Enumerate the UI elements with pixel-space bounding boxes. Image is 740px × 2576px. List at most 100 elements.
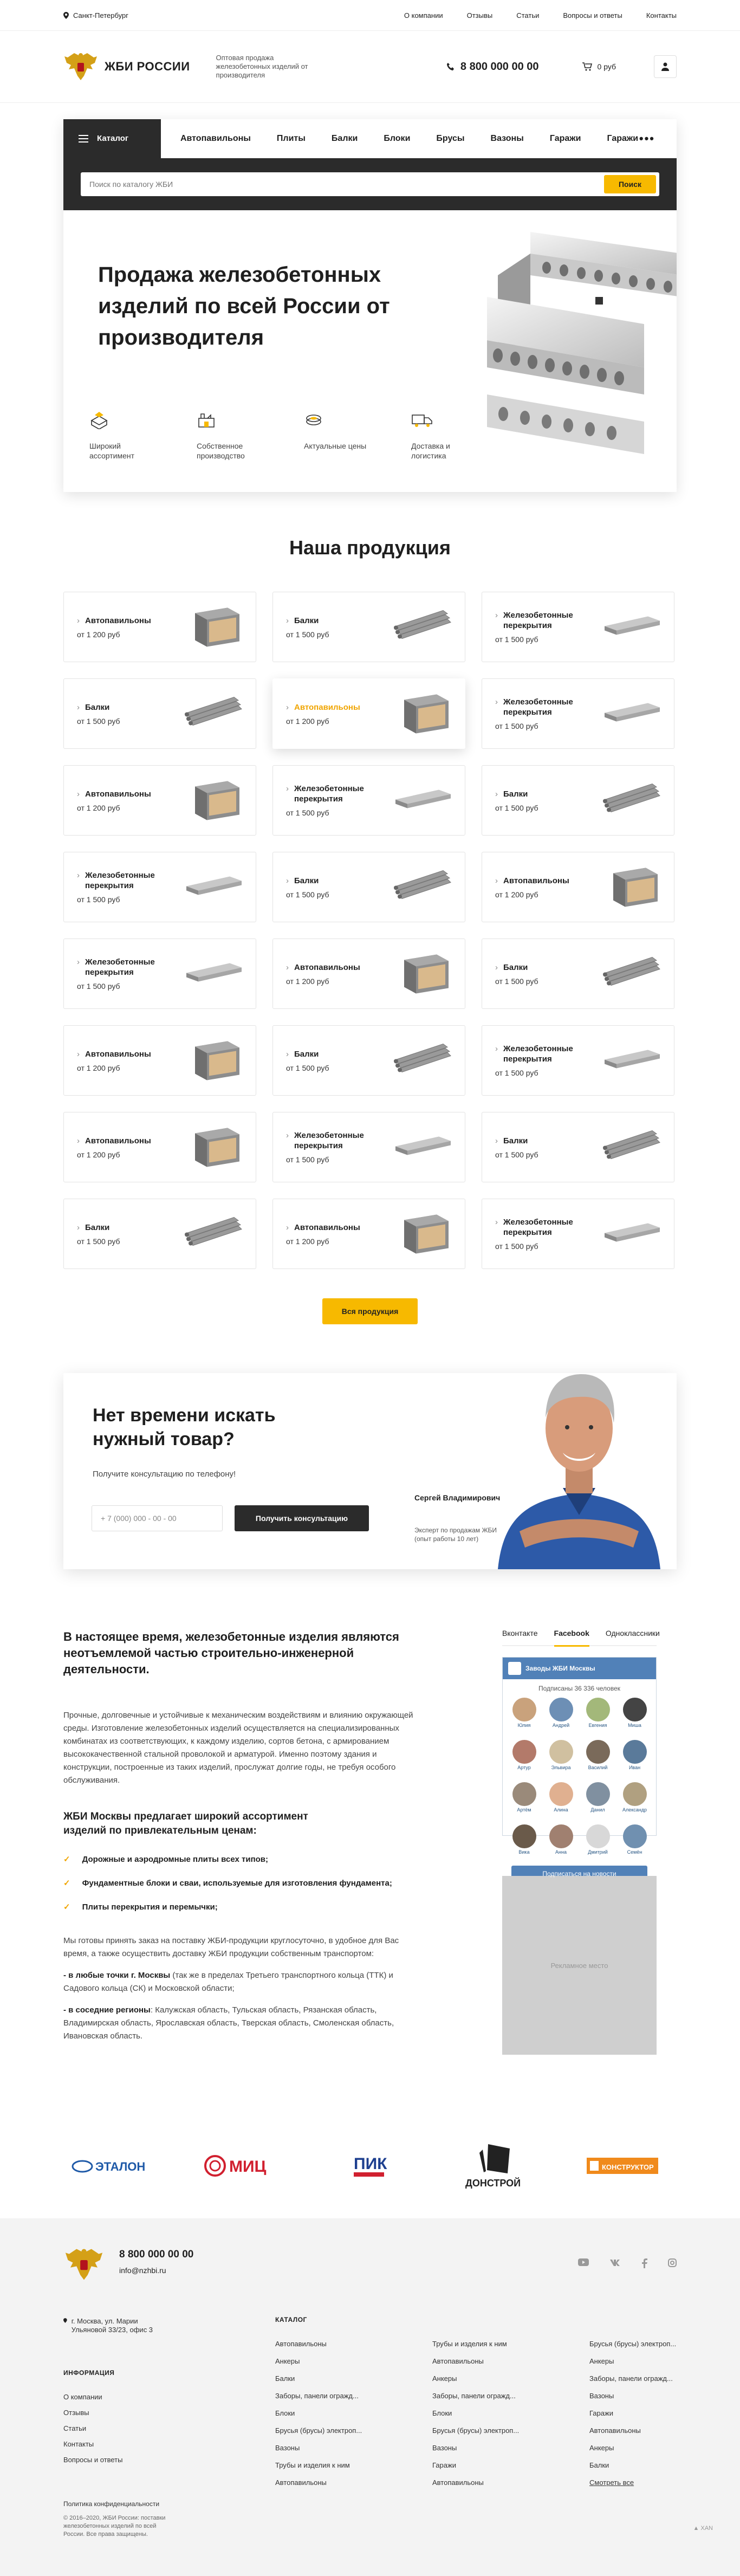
footer-catalog-link[interactable]: Балки (589, 2461, 681, 2469)
vk-member[interactable]: Артём (511, 1782, 538, 1813)
footer-link[interactable]: Статьи (63, 2424, 86, 2432)
product-card[interactable]: › Балки от 1 500 руб (482, 939, 674, 1009)
product-card[interactable]: › Балки от 1 500 руб (272, 1025, 465, 1096)
partner-logo-konstruktor[interactable]: КОНСТРУКТОР (568, 2139, 677, 2193)
product-card[interactable]: › Автопавильоны от 1 200 руб (272, 1199, 465, 1269)
city-selector[interactable]: Санкт-Петербург (63, 11, 128, 20)
product-card[interactable]: › Железобетонные перекрытия от 1 500 руб (482, 592, 674, 662)
vk-member[interactable]: Александр (621, 1782, 648, 1813)
search-input[interactable] (89, 180, 604, 189)
footer-catalog-link[interactable]: Гаражи (432, 2461, 589, 2469)
product-card[interactable]: › Автопавильоны от 1 200 руб (63, 765, 256, 836)
vk-member[interactable]: Андрей (548, 1698, 575, 1728)
header-phone[interactable]: 8 800 000 00 00 (446, 61, 539, 73)
vk-member[interactable]: Василий (585, 1740, 612, 1770)
product-card[interactable]: › Железобетонные перекрытия от 1 500 руб (482, 678, 674, 749)
product-card[interactable]: › Балки от 1 500 руб (63, 1199, 256, 1269)
product-card[interactable]: › Балки от 1 500 руб (272, 852, 465, 922)
footer-catalog-link[interactable]: Анкеры (432, 2374, 589, 2383)
footer-catalog-link[interactable]: Автопавильоны (275, 2478, 432, 2487)
menu-item-bars[interactable]: Брусы (436, 134, 464, 144)
footer-catalog-link[interactable]: Заборы, панели огражд... (589, 2374, 681, 2383)
menu-item-plates[interactable]: Плиты (277, 134, 306, 144)
product-card[interactable]: › Балки от 1 500 руб (272, 592, 465, 662)
tab-ok[interactable]: Одноклассники (606, 1629, 660, 1637)
product-card[interactable]: › Автопавильоны от 1 200 руб (272, 939, 465, 1009)
vk-member[interactable]: Евгения (585, 1698, 612, 1728)
vk-member[interactable]: Эльвира (548, 1740, 575, 1770)
vk-member[interactable]: Юлия (511, 1698, 538, 1728)
footer-catalog-link[interactable]: Брусья (брусы) электроп... (275, 2426, 432, 2435)
developer-logo[interactable]: ▲ XAN (693, 2525, 713, 2532)
top-link-about[interactable]: О компании (404, 11, 443, 20)
vk-member[interactable]: Миша (621, 1698, 648, 1728)
menu-item-blocks[interactable]: Блоки (384, 134, 410, 144)
consult-phone-input[interactable]: + 7 (000) 000 - 00 - 00 (92, 1505, 223, 1531)
vk-member[interactable]: Артур (511, 1740, 538, 1770)
footer-catalog-link[interactable]: Автопавильоны (589, 2426, 681, 2435)
footer-catalog-link[interactable]: Заборы, панели огражд... (432, 2392, 589, 2400)
site-logo[interactable]: ЖБИ РОССИИ (63, 51, 190, 82)
product-card[interactable]: › Автопавильоны от 1 200 руб (63, 1112, 256, 1182)
footer-link[interactable]: Вопросы и ответы (63, 2456, 122, 2464)
vk-member[interactable]: Алина (548, 1782, 575, 1813)
footer-catalog-link[interactable]: Блоки (275, 2409, 432, 2417)
product-card[interactable]: › Балки от 1 500 руб (482, 765, 674, 836)
vk-icon[interactable] (609, 2258, 621, 2271)
tab-vk[interactable]: Вконтакте (502, 1629, 538, 1637)
menu-item-garages[interactable]: Гаражи (550, 134, 581, 144)
tab-facebook[interactable]: Facebook (554, 1629, 589, 1647)
privacy-policy-link[interactable]: Политика конфиденциальности (63, 2500, 159, 2508)
footer-catalog-link[interactable]: Брусья (брусы) электроп... (432, 2426, 589, 2435)
vk-member[interactable]: Иван (621, 1740, 648, 1770)
see-all-link[interactable]: Смотреть все (589, 2478, 681, 2487)
partner-logo-etalon[interactable]: ЭТАЛОН (63, 2139, 172, 2193)
footer-link[interactable]: О компании (63, 2393, 102, 2401)
menu-more-button[interactable]: ••• (639, 132, 655, 146)
product-card[interactable]: › Автопавильоны от 1 200 руб (63, 592, 256, 662)
footer-catalog-link[interactable]: Блоки (432, 2409, 589, 2417)
vk-member[interactable]: Вика (511, 1824, 538, 1855)
product-card[interactable]: › Железобетонные перекрытия от 1 500 руб (482, 1025, 674, 1096)
footer-catalog-link[interactable]: Трубы и изделия к ним (432, 2340, 589, 2348)
footer-catalog-link[interactable]: Вазоны (275, 2444, 432, 2452)
footer-catalog-link[interactable]: Брусья (брусы) электроп... (589, 2340, 681, 2348)
partner-logo-pik[interactable]: ПИК (316, 2139, 424, 2193)
product-card[interactable]: › Автопавильоны от 1 200 руб (63, 1025, 256, 1096)
menu-item-vases[interactable]: Вазоны (491, 134, 524, 144)
footer-catalog-link[interactable]: Вазоны (589, 2392, 681, 2400)
vk-member[interactable]: Дмитрий (585, 1824, 612, 1855)
product-card[interactable]: › Железобетонные перекрытия от 1 500 руб (63, 852, 256, 922)
footer-catalog-link[interactable]: Гаражи (589, 2409, 681, 2417)
top-link-faq[interactable]: Вопросы и ответы (563, 11, 622, 20)
product-card[interactable]: › Железобетонные перекрытия от 1 500 руб (272, 765, 465, 836)
product-card[interactable]: › Железобетонные перекрытия от 1 500 руб (482, 1199, 674, 1269)
product-card[interactable]: › Железобетонные перекрытия от 1 500 руб (63, 939, 256, 1009)
menu-item-beams[interactable]: Балки (332, 134, 358, 144)
top-link-articles[interactable]: Статьи (516, 11, 539, 20)
menu-item-pavilions[interactable]: Автопавильоны (180, 134, 251, 144)
footer-catalog-link[interactable]: Вазоны (432, 2444, 589, 2452)
all-products-button[interactable]: Вся продукция (322, 1298, 418, 1324)
footer-email[interactable]: info@nzhbi.ru (119, 2266, 166, 2275)
footer-catalog-link[interactable]: Автопавильоны (275, 2340, 432, 2348)
footer-phone[interactable]: 8 800 000 00 00 (119, 2249, 193, 2261)
product-card[interactable]: › Автопавильоны от 1 200 руб (272, 678, 465, 749)
account-button[interactable] (654, 55, 677, 78)
youtube-icon[interactable] (578, 2258, 589, 2271)
product-card[interactable]: › Железобетонные перекрытия от 1 500 руб (272, 1112, 465, 1182)
vk-member[interactable]: Анна (548, 1824, 575, 1855)
footer-catalog-link[interactable]: Анкеры (589, 2444, 681, 2452)
partner-logo-mic[interactable]: МИЦ (190, 2139, 298, 2193)
footer-logo[interactable] (63, 2247, 105, 2285)
footer-catalog-link[interactable]: Заборы, панели огражд... (275, 2392, 432, 2400)
facebook-icon[interactable] (642, 2258, 647, 2271)
top-link-contacts[interactable]: Контакты (646, 11, 677, 20)
product-card[interactable]: › Автопавильоны от 1 200 руб (482, 852, 674, 922)
catalog-button[interactable]: Каталог (63, 119, 161, 158)
partner-logo-donstroy[interactable]: ДОНСТРОЙ (442, 2139, 550, 2193)
consult-button[interactable]: Получить консультацию (235, 1505, 369, 1531)
vk-member[interactable]: Данил (585, 1782, 612, 1813)
footer-catalog-link[interactable]: Анкеры (275, 2357, 432, 2365)
footer-catalog-link[interactable]: Автопавильоны (432, 2478, 589, 2487)
